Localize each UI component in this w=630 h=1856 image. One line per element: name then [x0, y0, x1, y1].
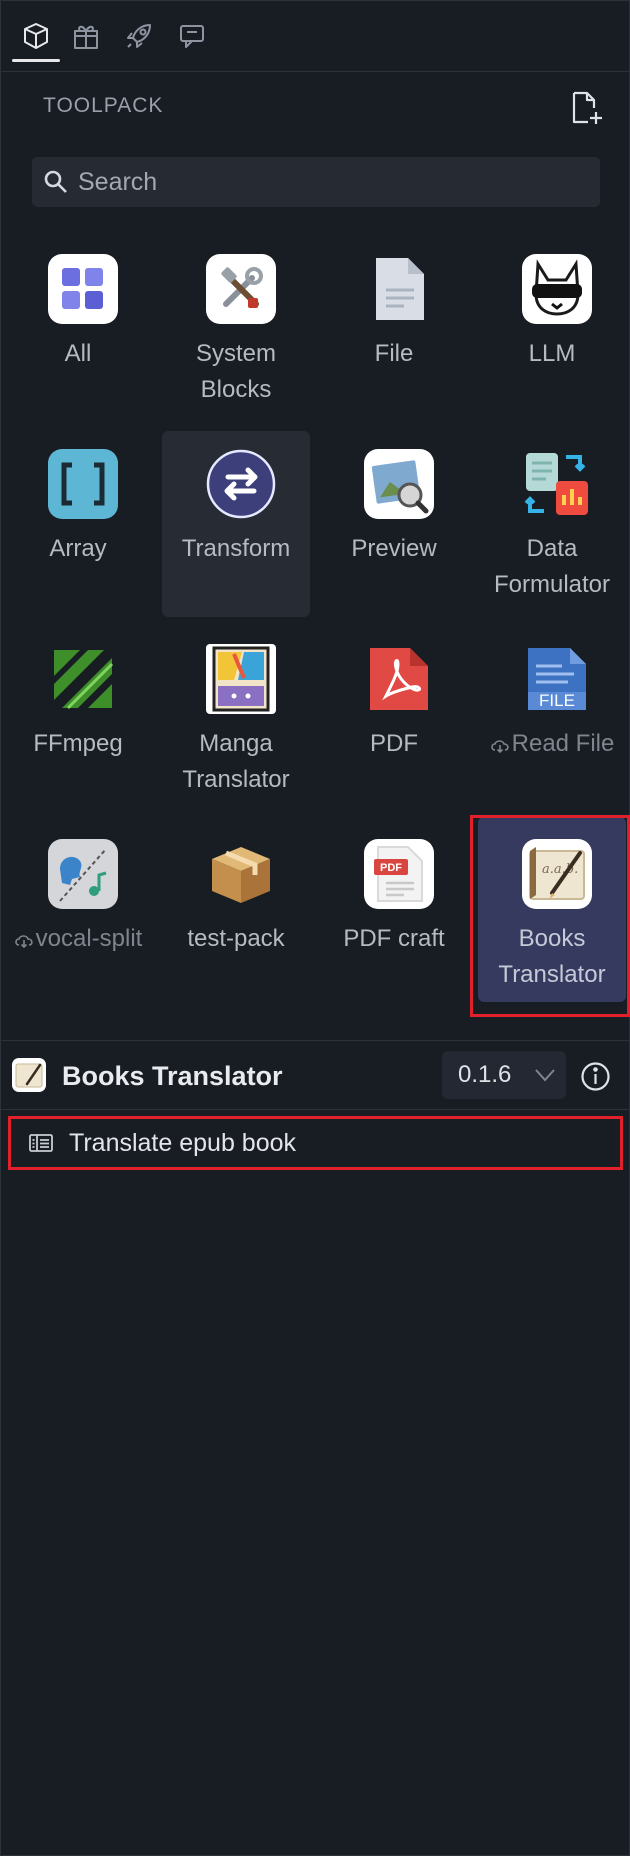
- tab-gifts[interactable]: [63, 12, 109, 60]
- version-value: 0.1.6: [458, 1061, 512, 1088]
- top-tab-bar: [0, 0, 630, 72]
- info-icon[interactable]: [580, 1061, 611, 1092]
- version-select[interactable]: 0.1.6: [442, 1051, 566, 1099]
- tools-icon: [206, 254, 276, 324]
- pack-label-text: vocal-split: [35, 925, 143, 952]
- block-label: Translate epub book: [69, 1128, 297, 1157]
- search-input[interactable]: [70, 167, 600, 197]
- books-translator-icon: [12, 1058, 46, 1092]
- pack-label: Transform: [181, 535, 291, 562]
- pack-all[interactable]: All: [4, 240, 152, 420]
- pack-data-formulator[interactable]: Data Formulator: [478, 435, 626, 615]
- pack-pdf[interactable]: PDF: [320, 630, 468, 810]
- pack-preview[interactable]: Preview: [320, 435, 468, 615]
- pack-pdf-craft[interactable]: PDF PDF craft: [320, 825, 468, 1005]
- pack-label: PDF craft: [343, 925, 445, 952]
- block-item-translate-epub[interactable]: Translate epub book: [8, 1116, 623, 1170]
- pack-label: FFmpeg: [33, 730, 123, 757]
- data-formulator-icon: [522, 449, 592, 519]
- pack-label: Preview: [351, 535, 437, 562]
- chat-icon: [180, 25, 204, 48]
- cloud-download-icon: [490, 739, 509, 753]
- new-file-icon[interactable]: [570, 90, 604, 126]
- cloud-download-icon: [14, 934, 33, 948]
- pack-label: PDF: [370, 730, 418, 757]
- pack-llm[interactable]: LLM: [478, 240, 626, 420]
- tab-launch[interactable]: [116, 12, 162, 60]
- pack-label: Array: [49, 535, 107, 562]
- preview-photo-icon: [364, 449, 434, 519]
- ffmpeg-icon: [48, 644, 118, 714]
- pack-vocal-split[interactable]: vocal-split: [4, 825, 152, 1005]
- file-icon: [364, 254, 434, 324]
- block-list-icon: [29, 1134, 53, 1152]
- chevron-down-icon: [535, 1069, 555, 1082]
- swap-arrows-icon: [206, 449, 276, 519]
- cube-icon: [24, 23, 48, 49]
- pack-label: LLM: [528, 340, 576, 367]
- selection-highlight: [470, 815, 630, 1017]
- pack-array[interactable]: Array: [4, 435, 152, 615]
- pack-label: vocal-split: [4, 921, 152, 957]
- pdf-icon: [364, 644, 434, 714]
- pack-system-blocks[interactable]: System Blocks: [162, 240, 310, 420]
- pdf-craft-icon: PDF: [364, 839, 434, 909]
- gift-icon: [74, 25, 98, 49]
- selected-pack-bar: Books Translator 0.1.6: [0, 1040, 630, 1110]
- llm-cat-icon: [522, 254, 592, 324]
- pack-label-text: Read File: [511, 730, 615, 757]
- pack-label: Data Formulator: [493, 535, 611, 598]
- pack-manga-translator[interactable]: Manga Translator: [162, 630, 310, 810]
- svg-text:PDF: PDF: [380, 862, 402, 874]
- brackets-icon: [48, 449, 118, 519]
- pack-label: All: [64, 340, 92, 367]
- vocal-split-icon: [48, 839, 118, 909]
- selected-pack-title: Books Translator: [62, 1061, 283, 1091]
- pack-read-file[interactable]: FILE Read File: [478, 630, 626, 810]
- pack-label: System Blocks: [195, 340, 276, 403]
- pack-ffmpeg[interactable]: FFmpeg: [4, 630, 152, 810]
- pack-file[interactable]: File: [320, 240, 468, 420]
- rocket-icon: [127, 24, 151, 48]
- pack-test-pack[interactable]: test-pack: [162, 825, 310, 1005]
- search-bar[interactable]: [32, 157, 600, 207]
- read-file-icon: FILE: [522, 644, 592, 714]
- toolpack-heading: TOOLPACK: [43, 94, 164, 117]
- pack-transform[interactable]: Transform: [162, 431, 310, 617]
- manga-icon: [206, 644, 276, 714]
- pack-label: Read File: [478, 726, 626, 762]
- package-box-icon: [206, 839, 276, 909]
- grid-cubes-icon: [48, 254, 118, 324]
- pack-label: Manga Translator: [182, 730, 290, 793]
- pack-label: test-pack: [187, 925, 285, 952]
- search-icon: [44, 170, 67, 193]
- pack-label: File: [374, 340, 414, 367]
- tab-packs[interactable]: [12, 12, 60, 62]
- tab-chat[interactable]: [169, 12, 215, 60]
